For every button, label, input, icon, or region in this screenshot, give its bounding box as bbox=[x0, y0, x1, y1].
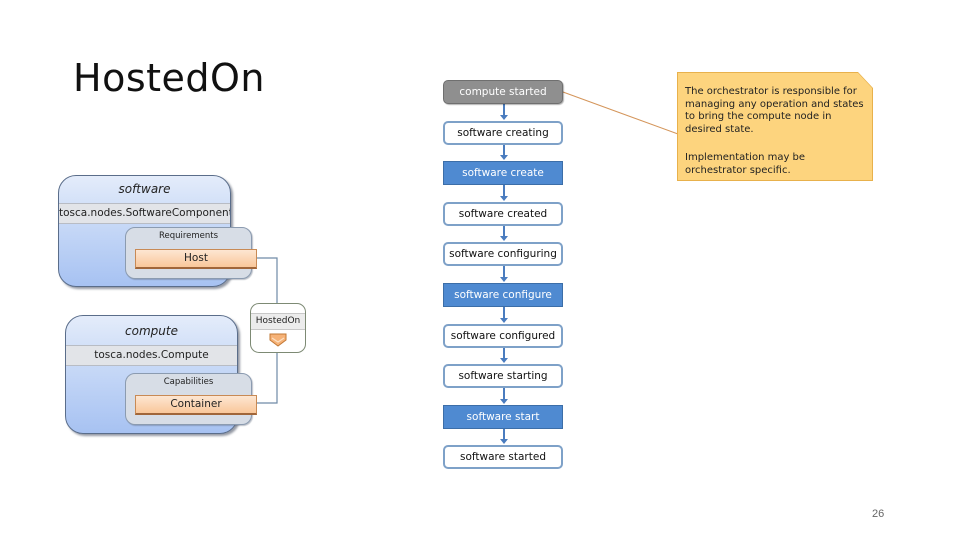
flow-arrow bbox=[500, 145, 508, 160]
software-node-type: tosca.nodes.SoftwareComponent bbox=[59, 203, 230, 224]
flow-step[interactable]: software create bbox=[443, 161, 563, 185]
compute-node-type: tosca.nodes.Compute bbox=[66, 345, 237, 366]
relationship-chevron-icon bbox=[269, 333, 287, 347]
flow-arrow bbox=[500, 266, 508, 282]
flow-step[interactable]: software configure bbox=[443, 283, 563, 307]
flow-step[interactable]: software start bbox=[443, 405, 563, 429]
flow-arrow bbox=[500, 429, 508, 444]
flow-step[interactable]: software configured bbox=[443, 324, 563, 348]
flow-arrow bbox=[500, 388, 508, 404]
flow-arrow bbox=[500, 348, 508, 363]
container-capability[interactable]: Container bbox=[135, 395, 257, 415]
page-number: 26 bbox=[872, 508, 885, 520]
flow-arrow bbox=[500, 104, 508, 120]
capabilities-label: Capabilities bbox=[163, 377, 214, 387]
flow-step[interactable]: software created bbox=[443, 202, 563, 226]
software-node-name: software bbox=[118, 182, 171, 196]
orchestrator-note: The orchestrator is responsible for mana… bbox=[678, 73, 872, 180]
note-paragraph-2: Implementation may be orchestrator speci… bbox=[685, 152, 806, 176]
relationship-label: HostedOn bbox=[251, 313, 305, 330]
compute-node-name: compute bbox=[125, 324, 178, 338]
flow-arrows bbox=[500, 104, 508, 444]
requirements-label: Requirements bbox=[158, 231, 219, 241]
hostedon-relationship[interactable]: HostedOn bbox=[250, 303, 306, 353]
flow-arrow bbox=[500, 307, 508, 323]
flow-arrow bbox=[500, 226, 508, 241]
flow-step[interactable]: software starting bbox=[443, 364, 563, 388]
flow-step[interactable]: software configuring bbox=[443, 242, 563, 266]
host-connector bbox=[256, 257, 278, 303]
flow-step[interactable]: software started bbox=[443, 445, 563, 469]
note-connector bbox=[562, 91, 679, 135]
flow-arrow bbox=[500, 185, 508, 201]
note-paragraph-1: The orchestrator is responsible for mana… bbox=[685, 86, 864, 135]
host-requirement[interactable]: Host bbox=[135, 249, 257, 269]
flow-step[interactable]: software creating bbox=[443, 121, 563, 145]
flow-step[interactable]: compute started bbox=[443, 80, 563, 104]
container-connector bbox=[256, 352, 278, 404]
